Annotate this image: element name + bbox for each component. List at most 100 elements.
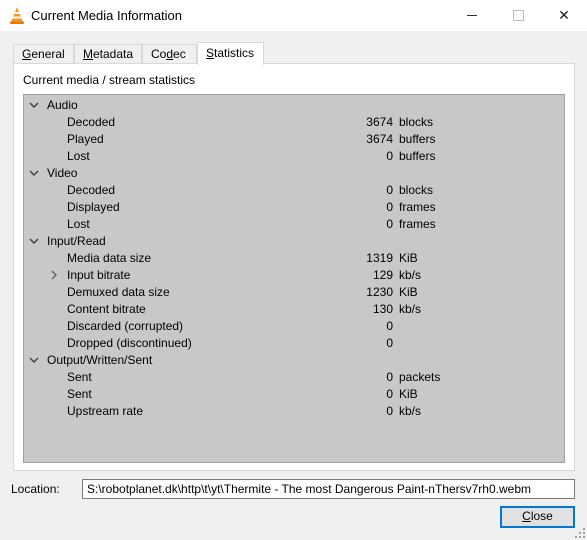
minimize-button[interactable] [449,0,495,31]
statistics-panel: Current media / stream statistics Audio D… [13,63,575,471]
stat-value: 130 [372,302,393,316]
stat-label: Sent [67,387,92,401]
vlc-cone-icon [10,7,24,24]
stat-label: Input bitrate [67,268,131,282]
section-title: Current media / stream statistics [23,73,196,87]
tree-stat-row[interactable]: Played 3674 buffers [24,131,564,148]
window-title: Current Media Information [31,8,183,23]
stat-label: Demuxed data size [67,285,170,299]
stat-value: 0 [386,149,393,163]
chevron-down-icon[interactable] [29,355,39,365]
stat-value: 1319 [366,251,393,265]
tree-category-row[interactable]: Input/Read [24,233,564,250]
tab-general-label: eneral [31,47,65,61]
stat-unit: KiB [399,251,418,265]
tab-general-accel: G [22,47,32,61]
stat-label: Played [67,132,104,146]
stat-label: Discarded (corrupted) [67,319,184,333]
stat-label: Lost [67,217,90,231]
stat-value: 0 [386,387,393,401]
tree-category-label: Audio [47,98,78,112]
tree-stat-row[interactable]: Sent 0 KiB [24,386,564,403]
stat-unit: kb/s [399,302,422,316]
stat-label: Decoded [67,183,116,197]
tab-metadata-label: etadata [93,47,134,61]
stat-label: Decoded [67,115,116,129]
tree-category-row[interactable]: Output/Written/Sent [24,352,564,369]
maximize-button[interactable] [495,0,541,31]
tree-stat-row[interactable]: Lost 0 frames [24,216,564,233]
stat-value: 0 [386,183,393,197]
stat-value: 0 [386,200,393,214]
stat-value: 0 [386,217,393,231]
stat-unit: buffers [399,132,436,146]
stat-value: 0 [386,319,393,333]
tree-stat-row[interactable]: Displayed 0 frames [24,199,564,216]
tree-category-label: Video [47,166,78,180]
tree-stat-row[interactable]: Demuxed data size 1230 KiB [24,284,564,301]
stat-value: 3674 [366,115,393,129]
tree-category-label: Output/Written/Sent [47,353,153,367]
stat-value: 1230 [366,285,393,299]
tab-general[interactable]: General [13,44,74,63]
title-bar: Current Media Information ✕ [0,0,587,31]
stat-unit: blocks [399,115,434,129]
tree-stat-row[interactable]: Sent 0 packets [24,369,564,386]
stat-value: 0 [386,404,393,418]
tree-stat-row[interactable]: Lost 0 buffers [24,148,564,165]
stat-label: Upstream rate [67,404,144,418]
chevron-down-icon[interactable] [29,168,39,178]
chevron-right-icon[interactable] [49,270,59,280]
tab-metadata[interactable]: Metadata [74,44,142,63]
maximize-icon [512,10,524,21]
tree-stat-row[interactable]: Content bitrate 130 kb/s [24,301,564,318]
tree-stat-row[interactable]: Media data size 1319 KiB [24,250,564,267]
stat-value: 0 [386,336,393,350]
tab-statistics[interactable]: Statistics [197,42,264,65]
resize-grip-icon[interactable] [575,528,585,538]
stat-label: Content bitrate [67,302,146,316]
stat-value: 129 [372,268,393,282]
tree-stat-row[interactable]: Input bitrate 129 kb/s [24,267,564,284]
close-icon: ✕ [558,7,570,23]
stat-label: Displayed [67,200,120,214]
tab-codec-label: ec [173,47,186,61]
tree-stat-row[interactable]: Discarded (corrupted) 0 [24,318,564,335]
tree-stat-row[interactable]: Decoded 3674 blocks [24,114,564,131]
tab-codec[interactable]: Codec [142,44,197,63]
tree-category-label: Input/Read [47,234,106,248]
stat-unit: kb/s [399,404,422,418]
stat-unit: kb/s [399,268,422,282]
location-field[interactable]: S:\robotplanet.dk\http\t\yt\Thermite - T… [82,479,575,499]
tab-statistics-label: tatistics [214,46,255,60]
stat-label: Media data size [67,251,152,265]
chevron-down-icon[interactable] [29,100,39,110]
close-window-button[interactable]: ✕ [541,0,587,31]
location-label: Location: [11,482,60,496]
stat-unit: KiB [399,387,418,401]
tree-category-row[interactable]: Audio [24,97,564,114]
stat-unit: blocks [399,183,434,197]
stat-value: 0 [386,370,393,384]
close-button[interactable]: Close [500,506,575,528]
close-button-label: lose [530,509,553,523]
stat-unit: frames [399,200,436,214]
stat-unit: packets [399,370,441,384]
chevron-down-icon[interactable] [29,236,39,246]
stat-unit: buffers [399,149,436,163]
tree-stat-row[interactable]: Dropped (discontinued) 0 [24,335,564,352]
tree-category-row[interactable]: Video [24,165,564,182]
stat-unit: frames [399,217,436,231]
minimize-icon [467,15,477,16]
tab-metadata-accel: M [83,47,93,61]
stat-label: Lost [67,149,90,163]
stat-value: 3674 [366,132,393,146]
tab-codec-label-pre: Co [151,47,167,61]
tab-statistics-accel: S [206,46,215,60]
stat-label: Dropped (discontinued) [67,336,192,350]
stat-label: Sent [67,370,92,384]
tree-stat-row[interactable]: Decoded 0 blocks [24,182,564,199]
stat-unit: KiB [399,285,418,299]
tree-stat-row[interactable]: Upstream rate 0 kb/s [24,403,564,420]
stats-tree[interactable]: Audio Decoded 3674 blocks Played 3674 buffers L… [23,94,565,463]
